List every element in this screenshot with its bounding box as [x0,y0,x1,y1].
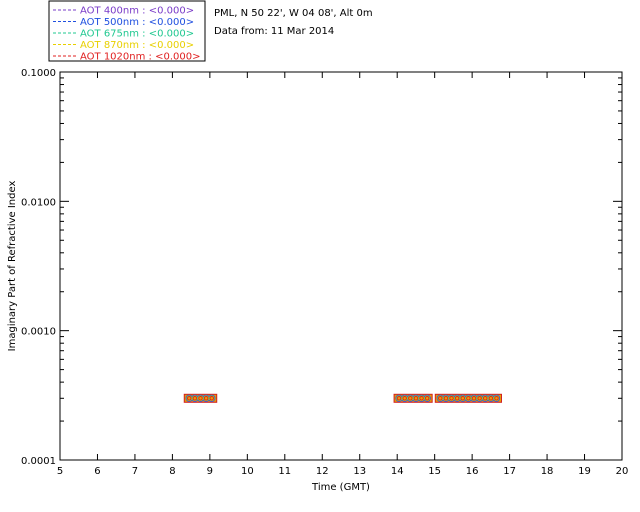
x-tick-label: 13 [353,466,366,477]
y-tick-label: 0.0001 [21,456,56,467]
legend-label: AOT 870nm : <0.000> [80,40,194,51]
x-tick-label: 12 [316,466,329,477]
x-tick-label: 10 [241,466,254,477]
x-tick-label: 5 [57,466,63,477]
y-tick-label: 0.1000 [21,68,56,79]
x-tick-label: 14 [391,466,404,477]
y-tick-label: 0.0100 [21,197,56,208]
refractive-index-chart: AOT 400nm : <0.000>AOT 500nm : <0.000>AO… [0,0,640,512]
x-tick-label: 20 [616,466,629,477]
x-tick-label: 11 [278,466,291,477]
y-axis-label: Imaginary Part of Refractive Index [7,181,18,352]
x-tick-label: 16 [466,466,479,477]
legend-label: AOT 675nm : <0.000> [80,29,194,40]
x-tick-label: 6 [94,466,100,477]
x-tick-label: 15 [428,466,441,477]
x-tick-label: 18 [541,466,554,477]
y-tick-label: 0.0010 [21,327,56,338]
chart-title-line-2: Data from: 11 Mar 2014 [214,26,334,37]
legend-label: AOT 1020nm : <0.000> [80,52,200,63]
chart-title-line-1: PML, N 50 22', W 04 08', Alt 0m [214,8,373,19]
x-tick-label: 17 [503,466,516,477]
legend: AOT 400nm : <0.000>AOT 500nm : <0.000>AO… [48,0,206,63]
x-tick-label: 7 [132,466,138,477]
x-axis-label: Time (GMT) [311,482,370,493]
legend-label: AOT 400nm : <0.000> [80,6,194,17]
x-tick-label: 19 [578,466,591,477]
x-tick-label: 8 [169,466,175,477]
legend-label: AOT 500nm : <0.000> [80,17,194,28]
x-tick-label: 9 [207,466,213,477]
